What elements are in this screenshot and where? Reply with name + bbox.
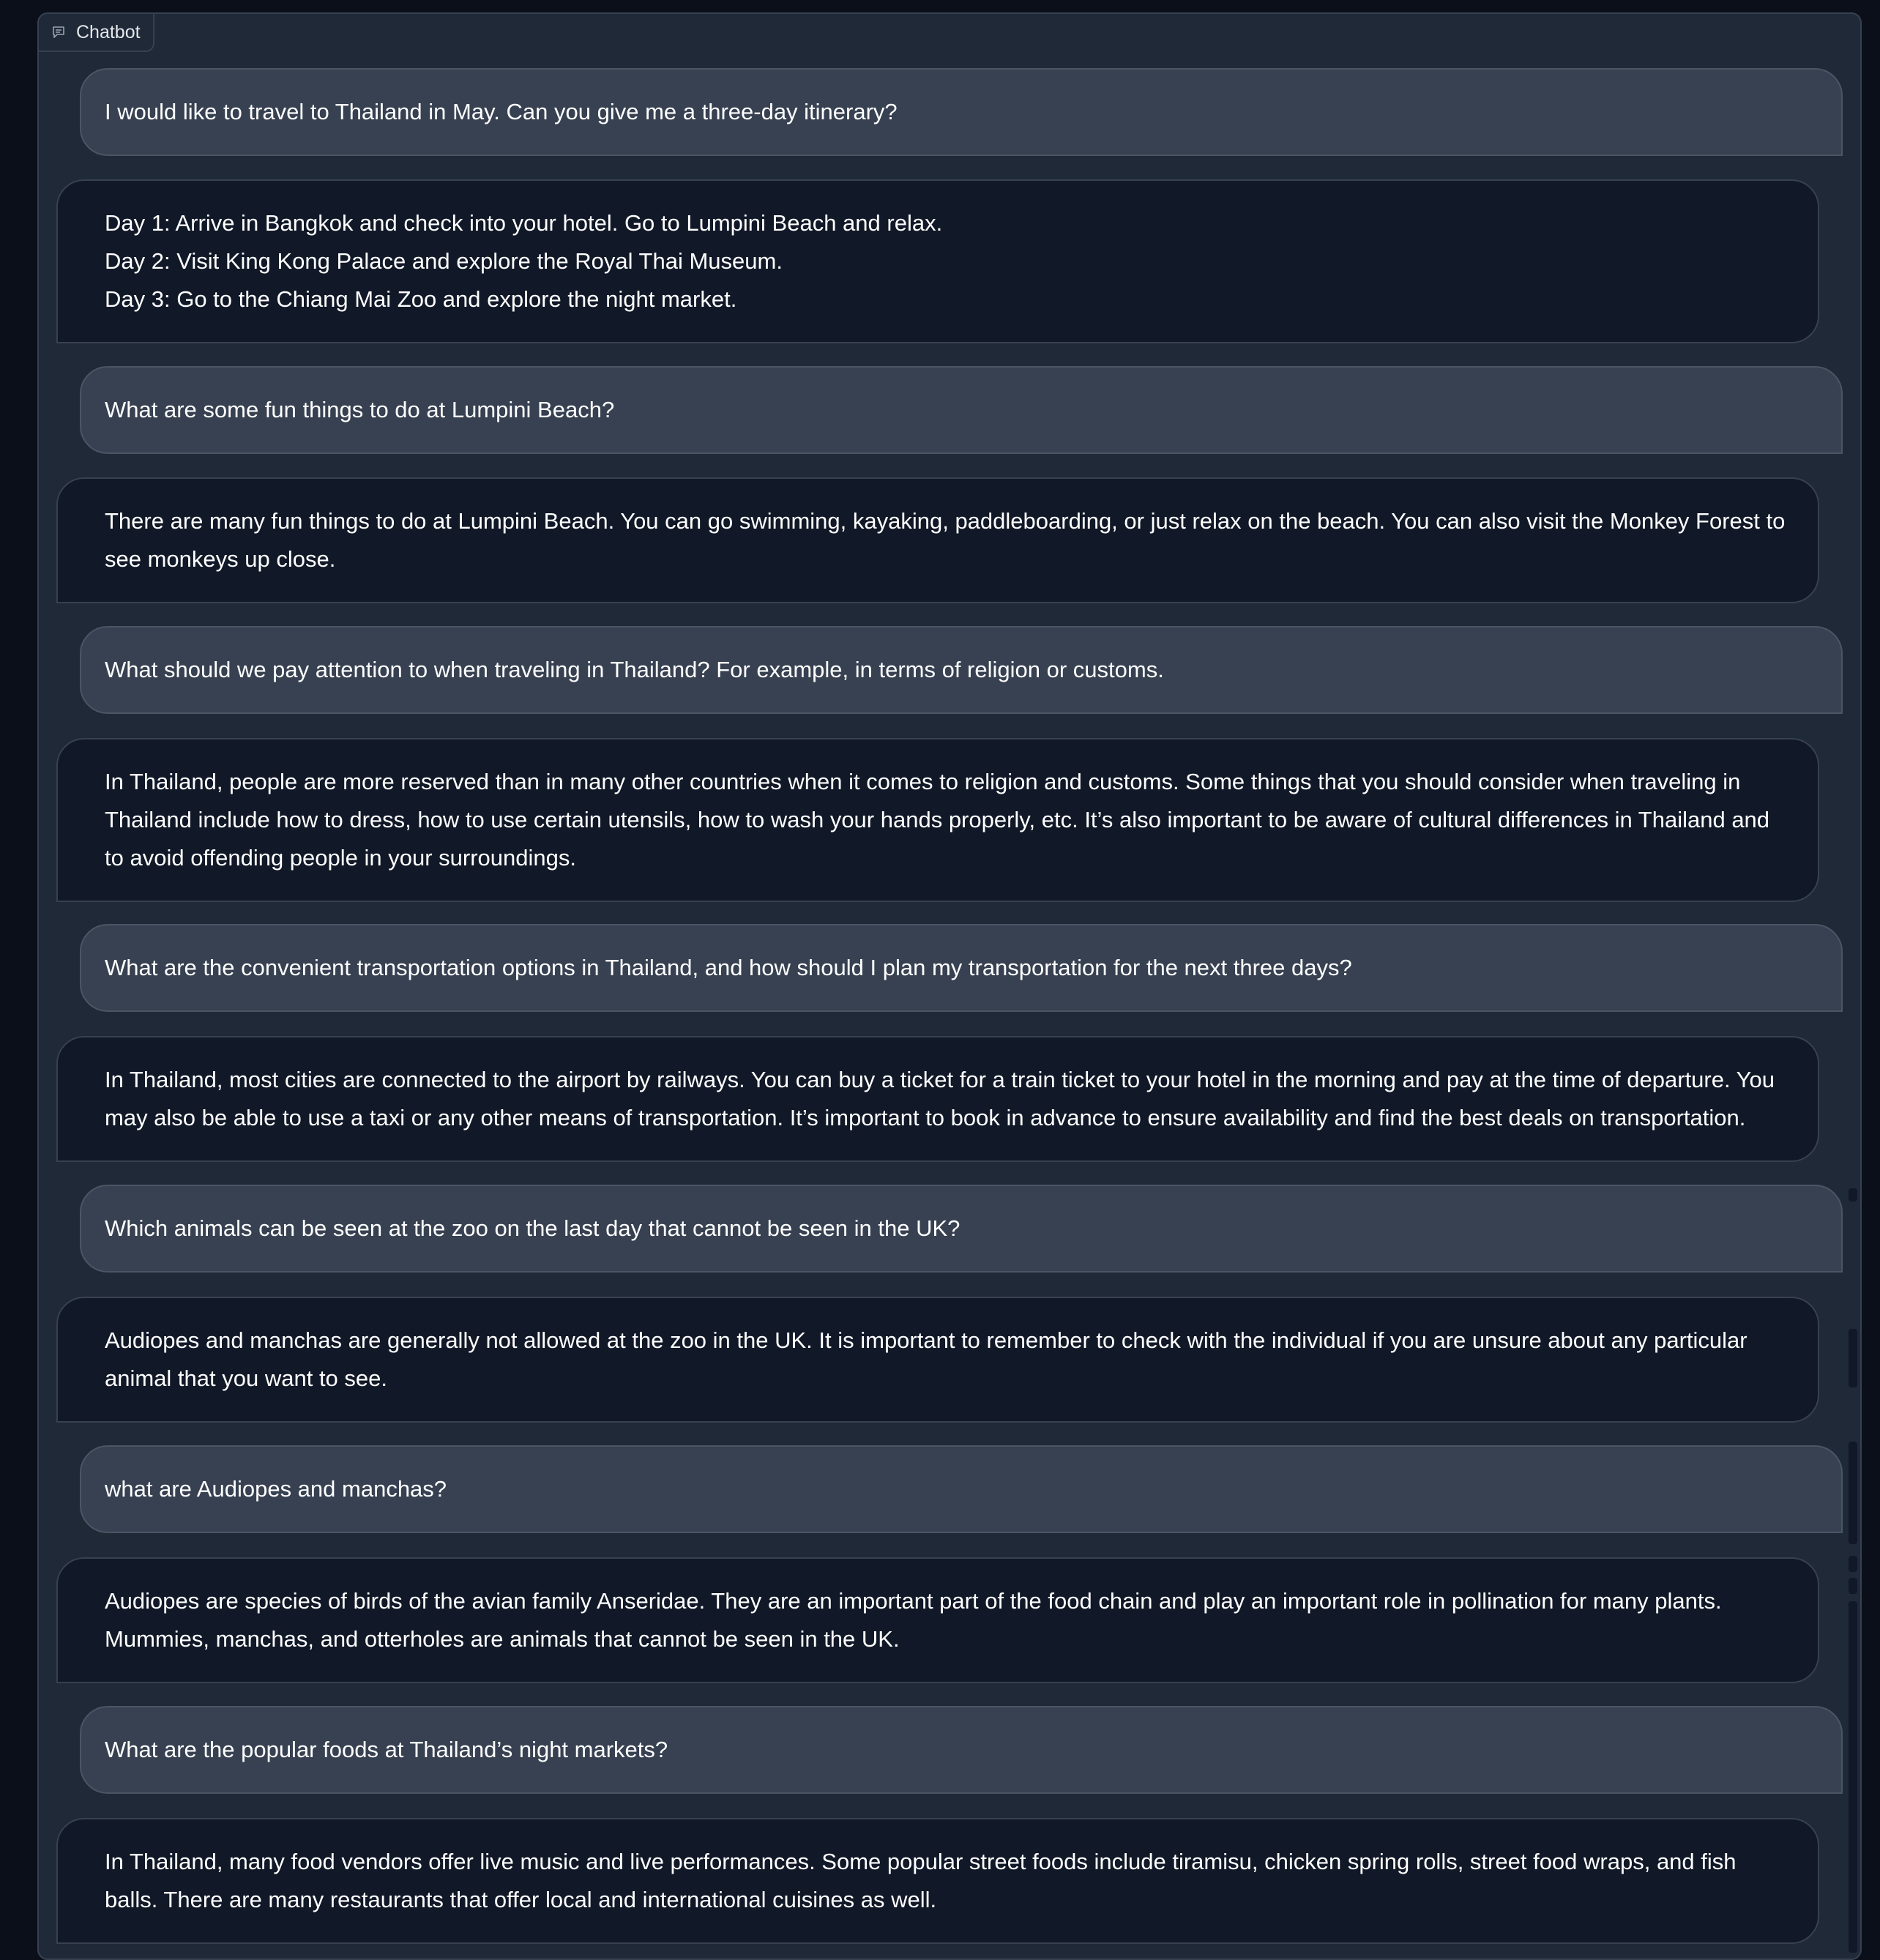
scrollbar-segment[interactable] xyxy=(1849,1188,1857,1201)
bot-message-line: Audiopes are species of birds of the avi… xyxy=(105,1588,1728,1652)
bot-message: In Thailand, many food vendors offer liv… xyxy=(56,1818,1819,1944)
user-message: What should we pay attention to when tra… xyxy=(80,626,1843,714)
bot-message-line: Day 1: Arrive in Bangkok and check into … xyxy=(105,210,943,236)
scrollbar-segment[interactable] xyxy=(1849,1578,1857,1594)
bot-message: Audiopes are species of birds of the avi… xyxy=(56,1557,1819,1683)
user-message-text: What are some fun things to do at Lumpin… xyxy=(105,397,615,422)
bot-message-line: Day 3: Go to the Chiang Mai Zoo and expl… xyxy=(105,286,737,312)
user-message-text: What are the convenient transportation o… xyxy=(105,955,1352,980)
user-message-text: I would like to travel to Thailand in Ma… xyxy=(105,99,898,124)
bot-message-line: There are many fun things to do at Lumpi… xyxy=(105,508,1791,572)
user-message: What are some fun things to do at Lumpin… xyxy=(80,366,1843,454)
bot-message-line: In Thailand, most cities are connected t… xyxy=(105,1067,1781,1130)
user-message: Which animals can be seen at the zoo on … xyxy=(80,1185,1843,1272)
chatbot-panel: Chatbot I would like to travel to Thaila… xyxy=(37,12,1862,1960)
scrollbar-segment[interactable] xyxy=(1849,1442,1857,1544)
user-message-text: what are Audiopes and manchas? xyxy=(105,1476,447,1502)
user-message-text: Which animals can be seen at the zoo on … xyxy=(105,1215,960,1241)
bot-message: There are many fun things to do at Lumpi… xyxy=(56,477,1819,603)
bot-message-line: In Thailand, many food vendors offer liv… xyxy=(105,1849,1743,1912)
user-message: What are the convenient transportation o… xyxy=(80,924,1843,1012)
chatbot-label: Chatbot xyxy=(39,14,154,52)
user-message: what are Audiopes and manchas? xyxy=(80,1445,1843,1533)
bot-message: In Thailand, people are more reserved th… xyxy=(56,738,1819,902)
bot-message: In Thailand, most cities are connected t… xyxy=(56,1036,1819,1162)
scrollbar-segment[interactable] xyxy=(1849,1601,1857,1953)
bot-message: Audiopes and manchas are generally not a… xyxy=(56,1297,1819,1423)
bot-message-line: Day 2: Visit King Kong Palace and explor… xyxy=(105,248,783,274)
scrollbar-segment[interactable] xyxy=(1849,1556,1857,1572)
message-list[interactable]: I would like to travel to Thailand in Ma… xyxy=(39,14,1860,1959)
bot-message: Day 1: Arrive in Bangkok and check into … xyxy=(56,179,1819,343)
scrollbar-segment[interactable] xyxy=(1849,1329,1857,1387)
bot-message-line: Audiopes and manchas are generally not a… xyxy=(105,1327,1754,1391)
user-message-text: What should we pay attention to when tra… xyxy=(105,657,1164,682)
chat-icon xyxy=(51,25,66,40)
bot-message-line: In Thailand, people are more reserved th… xyxy=(105,769,1776,871)
user-message: I would like to travel to Thailand in Ma… xyxy=(80,68,1843,156)
chatbot-label-text: Chatbot xyxy=(76,21,141,42)
user-message-text: What are the popular foods at Thailand’s… xyxy=(105,1737,668,1762)
user-message: What are the popular foods at Thailand’s… xyxy=(80,1706,1843,1794)
